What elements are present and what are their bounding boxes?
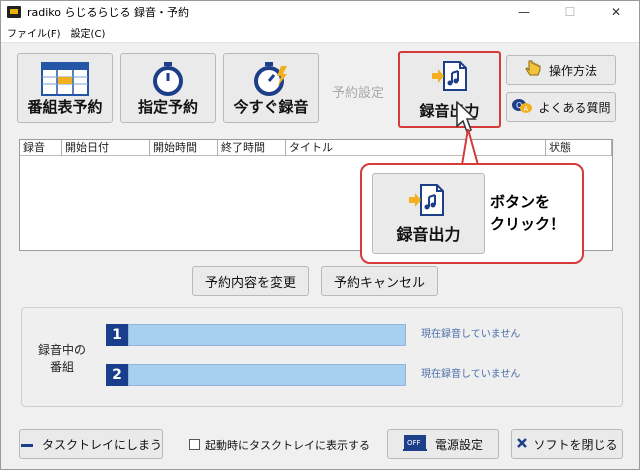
title-bar: radiko らじるらじる 録音・予約 — ☐ ✕ (1, 1, 639, 23)
reserve-settings-button[interactable]: 予約設定 (332, 82, 384, 101)
radio-app-icon (7, 6, 21, 18)
startup-tray-label: 起動時にタスクトレイに表示する (205, 439, 370, 452)
maximize-button[interactable]: ☐ (547, 1, 593, 23)
slot-2-bar (128, 364, 406, 386)
power-settings-button[interactable]: OFF 電源設定 (387, 429, 499, 459)
recording-panel: 録音中の 番組 1 現在録音していません 2 現在録音していません (21, 307, 623, 407)
close-software-button[interactable]: ソフトを閉じる (511, 429, 623, 459)
schedule-reserve-button[interactable]: 番組表予約 (17, 53, 113, 123)
menu-file[interactable]: ファイル(F) (7, 25, 61, 40)
slot-1-number: 1 (106, 324, 128, 346)
svg-text:A: A (524, 105, 529, 113)
column-end-time[interactable]: 終了時間 (218, 140, 286, 156)
faq-label: よくある質問 (538, 100, 611, 115)
program-table-icon (41, 62, 89, 100)
change-reservation-label: 予約内容を変更 (204, 275, 296, 291)
callout-instruction-text: ボタンを クリック！ (490, 193, 566, 233)
timer-icon (152, 62, 184, 100)
column-record[interactable]: 録音 (20, 140, 62, 156)
change-reservation-button[interactable]: 予約内容を変更 (192, 266, 309, 296)
slot-2-number: 2 (106, 364, 128, 386)
column-title[interactable]: タイトル (286, 140, 546, 156)
power-off-icon: OFF (402, 434, 427, 455)
window-title: radiko らじるらじる 録音・予約 (27, 6, 190, 19)
app-window: radiko らじるらじる 録音・予約 — ☐ ✕ ファイル(F) 設定(C) … (0, 0, 640, 470)
close-software-label: ソフトを閉じる (533, 437, 618, 452)
record-output-button[interactable]: 録音出力 (398, 51, 501, 128)
power-settings-label: 電源設定 (434, 437, 483, 452)
power-icon-text: OFF (407, 439, 421, 447)
specified-reserve-button[interactable]: 指定予約 (120, 53, 216, 123)
record-now-button[interactable]: 今すぐ録音 (223, 53, 319, 123)
instruction-callout: 録音出力 ボタンを クリック！ (360, 163, 584, 264)
recording-label: 録音中の 番組 (37, 343, 86, 374)
list-header: 録音 開始日付 開始時間 終了時間 タイトル 状態 (20, 140, 612, 156)
cancel-reservation-button[interactable]: 予約キャンセル (321, 266, 438, 296)
task-tray-label: タスクトレイにしまう (42, 437, 163, 452)
window-controls: — ☐ ✕ (501, 1, 639, 23)
qa-bubble-icon: Q A (511, 98, 533, 117)
column-start-time[interactable]: 開始時間 (150, 140, 218, 156)
callout-music-file-export-icon (407, 184, 447, 219)
music-file-export-icon (430, 61, 470, 95)
how-to-use-label: 操作方法 (548, 63, 597, 78)
callout-button-label: 録音出力 (396, 225, 461, 244)
column-start-date[interactable]: 開始日付 (62, 140, 150, 156)
menu-settings[interactable]: 設定(C) (71, 25, 106, 40)
minimize-button[interactable]: — (501, 1, 547, 23)
cancel-reservation-label: 予約キャンセル (333, 275, 425, 291)
column-status[interactable]: 状態 (546, 140, 612, 156)
close-button[interactable]: ✕ (593, 1, 639, 23)
minimize-bar-icon (20, 437, 34, 451)
hand-pointer-icon (525, 60, 541, 81)
callout-pointer (461, 129, 479, 166)
x-close-icon (516, 437, 528, 452)
faq-button[interactable]: Q A よくある質問 (506, 92, 616, 122)
slot-1-bar (128, 324, 406, 346)
slot-1-status: 現在録音していません (421, 329, 521, 340)
callout-record-output-button: 録音出力 (372, 173, 485, 254)
slot-2-status: 現在録音していません (421, 369, 521, 380)
menu-bar: ファイル(F) 設定(C) (1, 23, 639, 43)
task-tray-button[interactable]: タスクトレイにしまう (19, 429, 163, 459)
how-to-use-button[interactable]: 操作方法 (506, 55, 616, 85)
timer-lightning-icon (254, 62, 288, 100)
startup-tray-checkbox[interactable] (189, 439, 200, 450)
